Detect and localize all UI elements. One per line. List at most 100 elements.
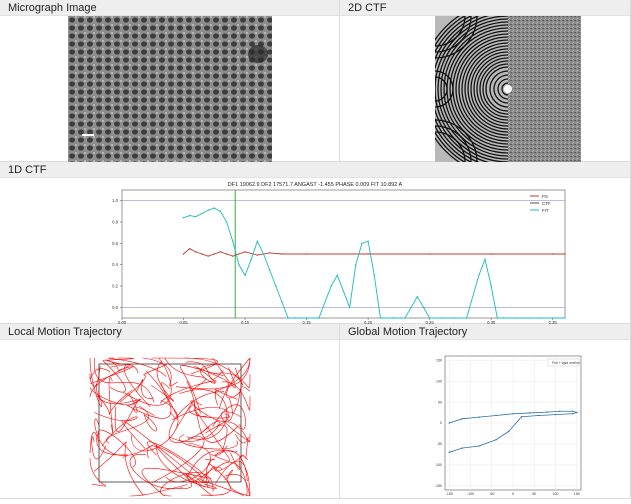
series-fit-point [355,263,357,266]
series-ps-point [428,253,431,255]
global-xtick-label: 0 [512,492,514,496]
global-series-point [448,451,450,454]
ctf1d-ytick-label: 0.8 [112,220,118,225]
global-ytick-label: 100 [436,379,442,383]
ctf2d-panel: 2D CTF [340,0,631,162]
series-fit-point [256,240,259,242]
series-ps-point [238,253,240,255]
series-fit-point [465,317,468,319]
series-fit-point [515,317,517,319]
global-series-point [448,422,450,424]
series-fit-point [244,274,246,277]
global-series-point [537,414,540,417]
series-ps-point [367,253,369,255]
series-fit-point [404,317,406,319]
series-fit-point [182,217,185,219]
series-fit-point [373,274,375,277]
series-fit-point [268,269,271,271]
ctf1d-ytick-label: 1.0 [112,198,118,203]
global-xtick-label: -100 [467,492,474,496]
global-series-point [520,416,523,418]
series-fit-point [361,242,363,245]
legend-ps-label: PS [542,194,548,199]
series-fit-point [416,295,419,298]
series-ps-point [219,251,222,253]
series-fit-point [502,317,505,319]
series-fit-point [318,317,320,319]
dashboard-grid: Micrograph Image 2D CTF 1D CTF DF1 19062… [0,0,631,499]
global-series-point [546,411,548,413]
global-series-point [495,439,497,441]
global-motion-panel: Global Motion Trajectory -150 -100 -50 0 50 1… [340,324,631,499]
series-fit-point [348,306,351,309]
series-ps-point [225,253,228,255]
ctf1d-ytick-label: 0.0 [112,305,118,310]
series-fit-point [225,221,228,223]
global-series-point [461,447,463,449]
series-fit-point [275,285,277,287]
global-xtick-label: 150 [574,492,580,496]
micrograph-image [68,16,272,162]
series-fit-point [441,317,443,319]
global-ytick-label: -150 [435,484,442,488]
global-xtick-label: -50 [489,492,494,496]
series-fit-point [207,209,209,211]
series-fit-point [219,210,222,213]
ctf1d-chart-title: DF1 19062.9 DF2 17571.7 ANGAST -1.455 PH… [228,182,403,188]
legend-ctf-label: CTF [542,201,551,206]
global-ytick-label: 150 [436,358,442,362]
series-fit-point [336,274,339,277]
global-series-point [512,413,514,415]
series-ps-point [201,253,203,255]
legend-fit-label: FIT [542,208,549,213]
series-fit-point [342,290,345,293]
ctf1d-panel: 1D CTF DF1 19062.9 DF2 17571.7 ANGAST -1… [0,162,631,325]
ctf1d-ytick-label: 0.4 [112,262,118,267]
series-fit-point [262,253,265,255]
local-motion-panel: Local Motion Trajectory [0,324,340,499]
ctf1d-ytick-label: 0.2 [112,284,118,289]
ctf2d-title: 2D CTF [340,0,630,16]
global-ytick-label: 0 [440,421,442,425]
series-fit-point [428,317,431,319]
micrograph-texture [68,16,272,162]
series-fit-point [527,317,529,319]
series-ps-point [281,253,283,255]
series-fit-point [410,306,412,309]
series-fit-point [551,317,554,319]
series-ps-point [268,252,271,254]
series-ps-point [490,253,492,255]
local-trajectory-line [130,484,188,497]
series-ps-point [195,251,197,253]
micrograph-panel: Micrograph Image [0,0,340,162]
series-ps-point [244,251,246,253]
global-series-point [559,410,561,412]
global-ytick-label: -50 [437,442,442,446]
global-series-point [495,414,497,417]
global-series-point [461,418,463,420]
series-fit-point [478,274,480,277]
global-series-point [571,413,574,415]
local-motion-title: Local Motion Trajectory [0,324,339,340]
global-motion-title: Global Motion Trajectory [340,324,630,340]
global-series-point [478,416,480,418]
series-ps-point [213,253,215,255]
ctf1d-chart: DF1 19062.9 DF2 17571.7 ANGAST -1.455 PH… [112,182,566,325]
series-fit-point [201,212,203,215]
global-series-point [478,445,480,447]
series-fit-point [299,317,302,319]
series-fit-point [539,317,542,319]
series-fit-point [232,240,234,242]
series-fit-point [293,317,295,319]
global-series-point [576,411,578,414]
series-ps-point [305,253,308,255]
local-trajectory-line [103,357,134,361]
ctf1d-ytick-label: 0.6 [112,241,118,246]
ctf2d-rings [435,16,581,162]
series-ps-point [207,255,209,257]
global-ytick-label: 50 [438,400,442,404]
local-motion-plot [89,357,251,497]
global-series-point [571,410,574,412]
series-fit-point [287,317,289,319]
series-fit-point [188,214,191,217]
